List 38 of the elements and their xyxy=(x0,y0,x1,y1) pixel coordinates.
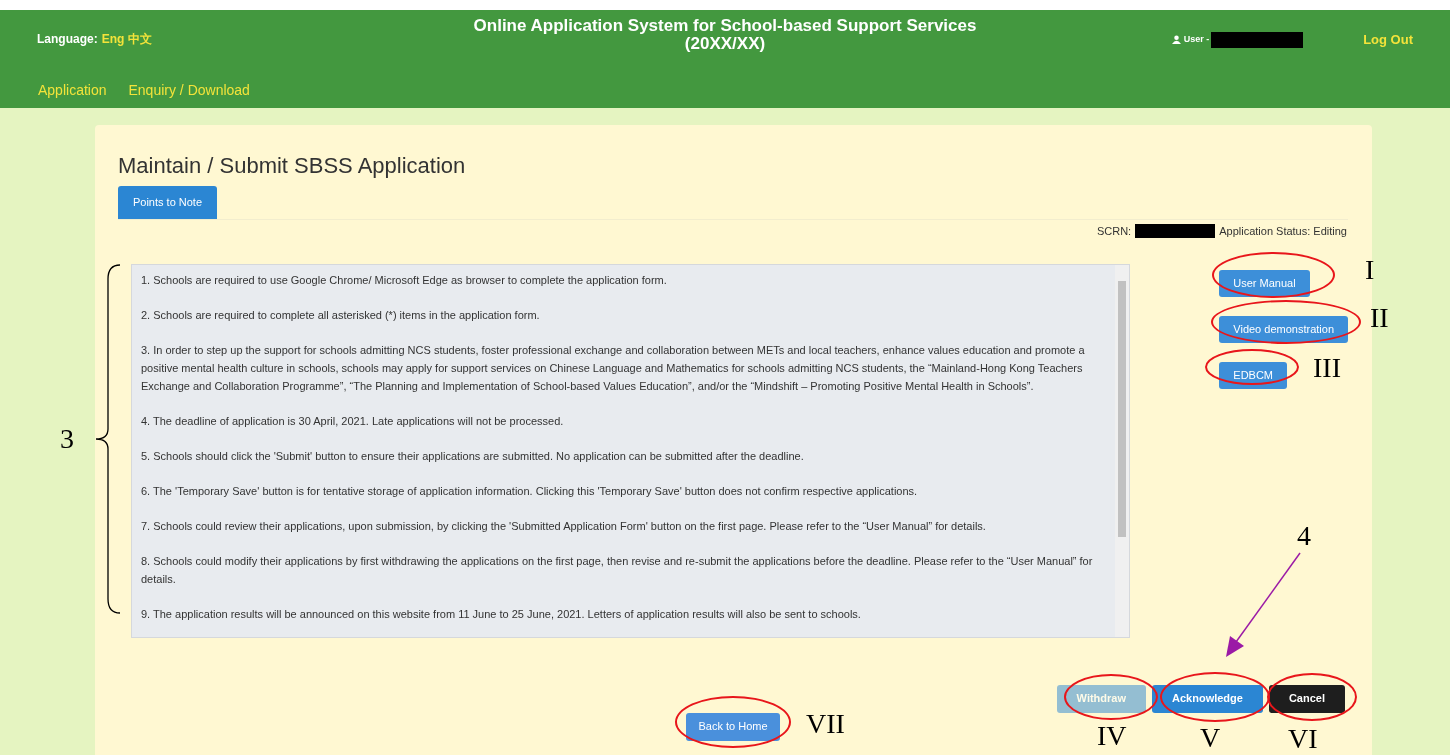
annotation-label: I xyxy=(1365,254,1375,286)
annotation-label: III xyxy=(1313,352,1341,384)
annotation-label: VI xyxy=(1288,723,1318,755)
logout-link[interactable]: Log Out xyxy=(1363,30,1413,50)
tab[interactable]: Points to Note xyxy=(118,186,217,219)
annotation-label: 3 xyxy=(60,423,74,455)
note-text: 9. The application results will be announced on this website from 11 June to 25 June, 2021. Letters of application results will also be sent to schools. xyxy=(141,606,862,622)
annotation-label: II xyxy=(1370,302,1389,334)
note-text: 4. The deadline of application is 30 April, 2021. Late applications will not be processed. xyxy=(141,413,565,429)
nav-link[interactable]: Enquiry / Download xyxy=(128,79,250,101)
side-button[interactable]: EDBCM xyxy=(1219,361,1288,389)
note-text: 1. Schools are required to use Google Chrome/ Microsoft Edge as browser to complete the application form. xyxy=(141,272,668,288)
annotation-label: VII xyxy=(806,708,845,740)
note-text: 3. In order to step up the support for schools admitting NCS students, foster professional exchange and collaboration between METs and local teachers, enhance values education and promote a positive mental health culture in schools, schools may apply for support services on Chinese Language and Mathematics for schools admitting NCS students, the “Mainland-Hong Kong Teachers Exchange and Collaboration Programme”, “The Planning and Implementation of School-based Values Education”, and/or the “Mindshift – Promoting Positive Mental Health in Schools”. xyxy=(141,342,1086,394)
nav-link[interactable]: Application xyxy=(38,79,107,101)
annotation-label: IV xyxy=(1097,720,1127,752)
language-label: Language: xyxy=(37,31,98,48)
scrollbar[interactable] xyxy=(1115,264,1130,637)
annotation-label: V xyxy=(1200,722,1221,754)
side-button[interactable]: User Manual xyxy=(1219,269,1310,297)
note-text: 8. Schools could modify their applications by first withdrawing the applications on the first page, then revise and re-submit the applications before the deadline. Please refer to the “User Manual” for details. xyxy=(141,553,1094,587)
note-text: 6. The 'Temporary Save' button is for tentative storage of application information. Clicking this 'Temporary Save' button does not confirm respective applications. xyxy=(141,483,919,499)
scrn-label: SCRN: xyxy=(1096,224,1132,239)
language-link[interactable]: Eng xyxy=(101,30,125,48)
user-label: User - xyxy=(1183,33,1210,46)
back-home-button[interactable]: Back to Home xyxy=(686,712,780,741)
note-text: 7. Schools could review their applications, upon submission, by clicking the 'Submitted Application Form' button on the first page. Please refer to the “User Manual” for details. xyxy=(141,518,987,534)
app-title: Online Application System for School-based Support Services (20XX/XX) xyxy=(472,17,978,53)
note-text: 2. Schools are required to complete all asterisked (*) items in the application form. xyxy=(141,307,541,323)
status-text: Application Status: Editing xyxy=(1219,224,1347,239)
user-icon xyxy=(1171,35,1181,45)
page-title: Maintain / Submit SBSS Application xyxy=(118,152,467,180)
language-link[interactable]: 中文 xyxy=(128,30,153,48)
action-button[interactable]: Acknowledge xyxy=(1152,684,1263,713)
note-text: 5. Schools should click the 'Submit' button to ensure their applications are submitted. No application can be submitted after the deadline. xyxy=(141,448,805,464)
side-button[interactable]: Video demonstration xyxy=(1219,315,1348,343)
action-button[interactable]: Cancel xyxy=(1268,684,1345,713)
annotation-label: 4 xyxy=(1297,520,1311,552)
